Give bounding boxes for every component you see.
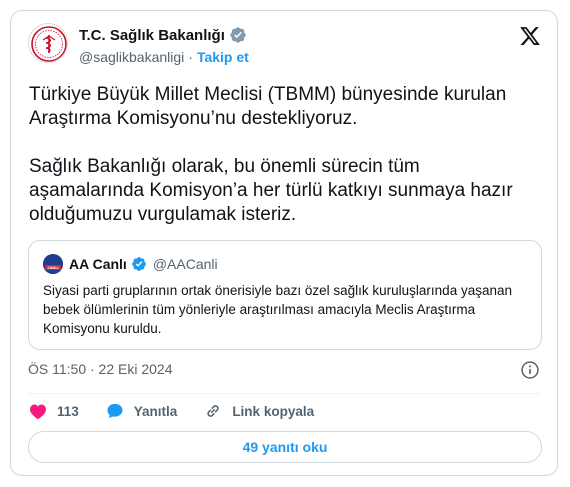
- verified-badge-icon: [230, 27, 246, 43]
- action-bar: 113 Yanıtla Link kopyala: [28, 401, 340, 421]
- separator-dot: ·: [188, 49, 193, 65]
- reply-button[interactable]: Yanıtla: [105, 401, 178, 421]
- author-handle-row: @saglikbakanligi · Takip et: [79, 49, 249, 65]
- link-icon: [207, 405, 219, 417]
- chat-bubble-icon: [107, 403, 123, 419]
- aa-logo-icon: CANLI: [43, 254, 63, 274]
- author-name[interactable]: T.C. Sağlık Bakanlığı: [79, 27, 225, 44]
- quoted-author-row: AA Canlı @AACanli: [69, 254, 218, 274]
- aa-logo-text: CANLI: [47, 266, 58, 270]
- divider: [28, 393, 540, 394]
- quoted-tweet[interactable]: CANLI AA Canlı @AACanli Siyasi parti gru…: [28, 240, 542, 350]
- reply-label: Yanıtla: [133, 403, 178, 419]
- tweet-text: Türkiye Büyük Millet Meclisi (TBMM) büny…: [29, 84, 513, 225]
- tweet-timestamp[interactable]: ÖS 11:50 · 22 Eki 2024: [28, 361, 173, 377]
- info-icon[interactable]: [520, 360, 540, 380]
- copy-link-label: Link kopyala: [232, 403, 315, 419]
- like-count: 113: [57, 403, 79, 419]
- ministry-logo-icon: [31, 26, 67, 62]
- author-name-row: T.C. Sağlık Bakanlığı: [79, 24, 247, 46]
- heart-icon: [30, 404, 46, 420]
- follow-button[interactable]: Takip et: [197, 49, 249, 65]
- quoted-author-handle[interactable]: @AACanli: [153, 256, 218, 272]
- copy-link-button[interactable]: Link kopyala: [203, 401, 314, 421]
- tweet-embed-card: T.C. Sağlık Bakanlığı @saglikbakanligi ·…: [10, 10, 558, 476]
- x-logo-icon[interactable]: [519, 25, 541, 47]
- verified-badge-icon: [131, 257, 146, 271]
- like-button[interactable]: 113: [28, 401, 79, 421]
- quoted-author-avatar[interactable]: CANLI: [43, 254, 63, 274]
- author-avatar[interactable]: [28, 23, 68, 63]
- author-handle[interactable]: @saglikbakanligi: [79, 49, 184, 65]
- quoted-tweet-text: Siyasi parti gruplarının ortak önerisiyl…: [43, 283, 512, 336]
- read-replies-button[interactable]: 49 yanıtı oku: [28, 431, 542, 463]
- quoted-author-name[interactable]: AA Canlı: [69, 256, 127, 272]
